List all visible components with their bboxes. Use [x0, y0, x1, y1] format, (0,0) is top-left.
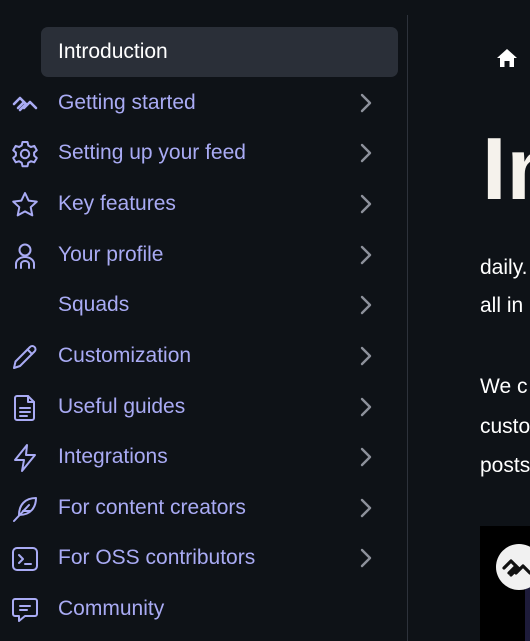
sidebar-item-your-profile[interactable]: Your profile	[0, 230, 407, 280]
pencil-icon	[13, 345, 37, 369]
sidebar-item-label: For OSS contributors	[58, 546, 256, 569]
sidebar-item-label: Setting up your feed	[58, 141, 246, 164]
intro-line: daily.	[480, 256, 528, 279]
intro-line: posts	[480, 454, 530, 477]
video-embed[interactable]	[480, 526, 530, 641]
chevron-right-icon[interactable]	[353, 545, 379, 571]
chevron-right-icon[interactable]	[353, 90, 379, 116]
chevron-right-icon[interactable]	[353, 292, 379, 318]
sidebar-item-label: Key features	[58, 192, 176, 215]
sidebar-item-label: Your profile	[58, 243, 164, 266]
sidebar-item-label: Customization	[58, 344, 192, 367]
sidebar-item-getting-started[interactable]: Getting started	[0, 78, 407, 128]
intro-line: custo	[480, 415, 530, 438]
sidebar-item-label: For content creators	[58, 496, 246, 519]
daily-logo-icon	[496, 544, 530, 590]
lightning-icon	[14, 444, 36, 472]
sidebar-item-key-features[interactable]: Key features	[0, 179, 407, 229]
sidebar-item-label: Integrations	[58, 445, 168, 468]
document-icon	[14, 395, 35, 421]
page-title: In	[482, 119, 530, 218]
home-icon[interactable]	[496, 47, 518, 69]
sidebar-item-introduction[interactable]: Introduction	[41, 27, 398, 77]
chevron-right-icon[interactable]	[353, 444, 379, 470]
sidebar-item-integrations[interactable]: Integrations	[0, 432, 407, 482]
star-icon	[12, 192, 38, 217]
sidebar-item-community[interactable]: Community	[0, 584, 407, 634]
sidebar-item-content-creators[interactable]: For content creators	[0, 483, 407, 533]
chevron-right-icon[interactable]	[353, 191, 379, 217]
sidebar-item-setting-up-feed[interactable]: Setting up your feed	[0, 128, 407, 178]
user-icon	[15, 243, 35, 269]
chat-icon	[12, 598, 38, 622]
sidebar-item-label: Community	[58, 597, 165, 620]
sidebar-item-customization[interactable]: Customization	[0, 331, 407, 381]
chevron-right-icon[interactable]	[353, 242, 379, 268]
terminal-icon	[12, 547, 38, 571]
intro-line: all in	[480, 294, 524, 317]
sidebar-item-label: Getting started	[58, 91, 196, 114]
sidebar-item-label: Useful guides	[58, 395, 186, 418]
daily-logo-icon	[12, 96, 38, 112]
chevron-right-icon[interactable]	[353, 140, 379, 166]
chevron-right-icon[interactable]	[353, 343, 379, 369]
chevron-right-icon[interactable]	[353, 495, 379, 521]
main-content: In daily. all in We c custo posts	[408, 0, 530, 641]
sidebar-item-oss-contributors[interactable]: For OSS contributors	[0, 533, 407, 583]
docs-sidebar: Introduction Getting started Setting up …	[0, 0, 407, 641]
chevron-right-icon[interactable]	[353, 394, 379, 420]
sidebar-item-squads[interactable]: Squads	[0, 280, 407, 330]
intro-line: We c	[480, 375, 528, 398]
sidebar-item-useful-guides[interactable]: Useful guides	[0, 382, 407, 432]
feather-icon	[13, 497, 37, 522]
sidebar-item-label: Introduction	[58, 40, 168, 63]
gear-icon	[12, 141, 38, 168]
sidebar-item-label: Squads	[58, 293, 130, 316]
